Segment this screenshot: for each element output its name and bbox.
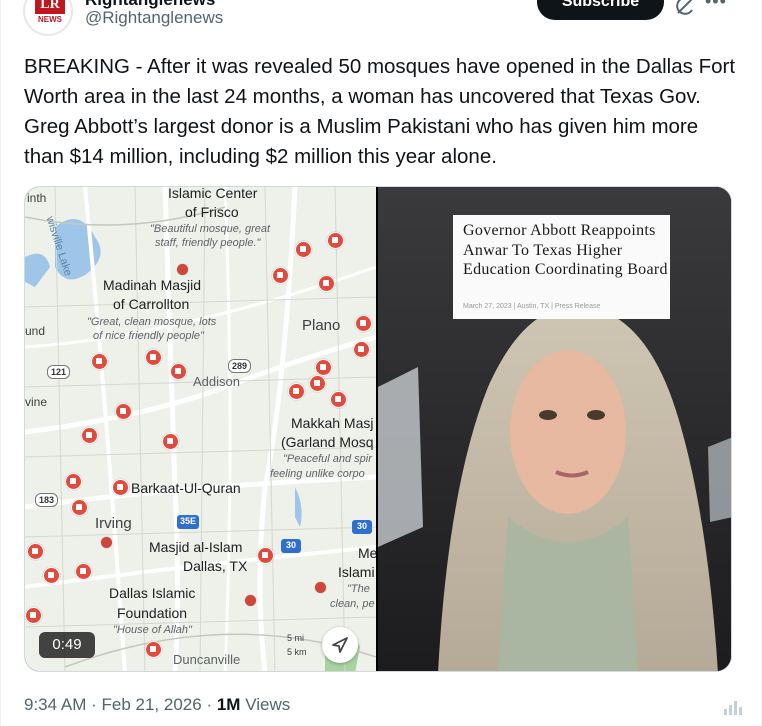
map-label-clean: clean, pe xyxy=(330,598,375,610)
tweet-meta: 9:34 AM · Feb 21, 2026 · 1M Views xyxy=(24,695,290,715)
map-dot xyxy=(315,582,326,593)
tweet-date[interactable]: Feb 21, 2026 xyxy=(102,695,202,714)
avatar[interactable]: LR NEWS xyxy=(23,0,73,36)
mosque-pin[interactable] xyxy=(27,543,44,560)
route-shield-30-east: 30 xyxy=(352,520,372,534)
route-shield-30-center: 30 xyxy=(281,539,301,553)
mosque-pin[interactable] xyxy=(43,567,60,584)
route-shield-121: 121 xyxy=(47,365,71,379)
views-chart-icon[interactable] xyxy=(723,698,743,716)
subscribe-button[interactable]: Subscribe xyxy=(537,0,664,20)
map-label-the: "The xyxy=(347,583,370,595)
tweet-text: BREAKING - After it was revealed 50 mosq… xyxy=(24,55,736,168)
map-label-carrollton-sub: of Carrollton xyxy=(113,296,190,312)
mosque-pin[interactable] xyxy=(355,315,372,332)
mosque-pin[interactable] xyxy=(288,383,305,400)
map-dot xyxy=(245,595,256,606)
map-label-dif-title: Dallas Islamic xyxy=(109,585,196,601)
mosque-pin[interactable] xyxy=(257,547,274,564)
tweet-header: LR NEWS Rightanglenews @Rightanglenews S… xyxy=(1,0,762,40)
video-player[interactable]: inth wisville Lake Islamic Center of Fri… xyxy=(24,186,732,672)
headline-text: Governor Abbott Reappoints Anwar To Texa… xyxy=(463,222,668,278)
headline-meta: March 27, 2023 | Austin, TX | Press Rele… xyxy=(463,303,601,310)
route-shield-183: 183 xyxy=(35,493,59,507)
map-label-makkah-quote-1: "Peaceful and spir xyxy=(283,453,372,465)
mosque-pin[interactable] xyxy=(330,391,347,408)
route-shield-35e: 35E xyxy=(177,515,200,529)
map-label-frisco-sub: of Frisco xyxy=(185,204,239,220)
tweet-card: LR NEWS Rightanglenews @Rightanglenews S… xyxy=(0,0,762,726)
grok-icon[interactable] xyxy=(673,0,697,18)
views-label: Views xyxy=(245,695,291,714)
map-locate-button[interactable] xyxy=(322,627,358,663)
mosque-pin[interactable] xyxy=(65,473,82,490)
map-scale-mi: 5 mi xyxy=(287,633,305,643)
map-label-irving: Irving xyxy=(95,515,132,532)
map-label-masjid-al-islam: Masjid al-Islam xyxy=(149,539,243,555)
mosque-pin[interactable] xyxy=(81,427,98,444)
mosque-pin[interactable] xyxy=(115,403,132,420)
map-label-me: Me xyxy=(358,545,376,561)
mosque-pin[interactable] xyxy=(295,241,312,258)
mosque-pin[interactable] xyxy=(309,375,326,392)
mosque-pin[interactable] xyxy=(272,267,289,284)
map-label-makkah-title: Makkah Masj xyxy=(291,415,374,431)
map-label-carrollton-title: Madinah Masjid xyxy=(103,277,202,293)
map-panel: inth wisville Lake Islamic Center of Fri… xyxy=(25,187,376,671)
author-handle[interactable]: @Rightanglenews xyxy=(85,8,223,28)
map-label-frisco-title: Islamic Center xyxy=(168,187,258,201)
news-headline-overlay: Governor Abbott Reappoints Anwar To Texa… xyxy=(453,215,670,319)
map-label-makkah-sub: (Garland Mosq xyxy=(281,434,374,450)
mosque-pin[interactable] xyxy=(162,433,179,450)
views-count: 1M xyxy=(216,695,241,714)
mosque-pin[interactable] xyxy=(145,349,162,366)
mosque-pin[interactable] xyxy=(71,499,88,516)
map-label-vine: vine xyxy=(25,395,48,409)
map-label-addison: Addison xyxy=(193,374,240,389)
avatar-logo-letters: LR xyxy=(35,0,65,14)
map-label-nth: inth xyxy=(27,191,47,205)
map-label-frisco-quote-1: "Beautiful mosque, great xyxy=(150,223,271,235)
mosque-pin[interactable] xyxy=(315,359,332,376)
video-duration: 0:49 xyxy=(39,632,95,658)
map-label-makkah-quote-2: feeling unlike corpo xyxy=(270,468,365,480)
mosque-pin[interactable] xyxy=(75,563,92,580)
more-icon[interactable]: ••• xyxy=(705,0,729,12)
mosque-pin[interactable] xyxy=(145,641,162,658)
map-label-dif-quote: "House of Allah" xyxy=(113,624,192,636)
map-label-dallas: Dallas, TX xyxy=(183,558,248,574)
mosque-pin[interactable] xyxy=(91,353,108,370)
map-label-und: und xyxy=(25,324,46,338)
mosque-pin[interactable] xyxy=(25,607,42,624)
map-label-duncanville: Duncanville xyxy=(173,652,241,667)
map-label-frisco-quote-2: staff, friendly people." xyxy=(155,237,261,249)
mosque-pin[interactable] xyxy=(327,232,344,249)
map-label-dif-sub: Foundation xyxy=(117,605,188,621)
avatar-logo-word: NEWS xyxy=(38,15,62,24)
map-label-barkaat: Barkaat-Ul-Quran xyxy=(131,480,241,496)
mosque-pin[interactable] xyxy=(170,363,187,380)
mosque-pin[interactable] xyxy=(353,341,370,358)
map-label-plano: Plano xyxy=(302,317,341,334)
map-scale-km: 5 km xyxy=(287,647,307,657)
map-label-islami: Islami xyxy=(338,564,375,580)
navigation-arrow-icon xyxy=(332,637,348,653)
map-label-carrollton-quote-2: of nice friendly people" xyxy=(93,330,204,342)
map-dot xyxy=(177,264,188,275)
mosque-pin[interactable] xyxy=(318,275,335,292)
meta-separator: · xyxy=(91,695,102,714)
route-shield-289: 289 xyxy=(228,359,252,373)
video-frame-woman: Governor Abbott Reappoints Anwar To Texa… xyxy=(378,187,731,671)
tweet-time[interactable]: 9:34 AM xyxy=(24,695,86,714)
meta-separator: · xyxy=(206,695,217,714)
map-label-carrollton-quote-1: "Great, clean mosque, lots xyxy=(87,316,217,328)
mosque-pin[interactable] xyxy=(112,479,129,496)
map-dot xyxy=(101,537,112,548)
